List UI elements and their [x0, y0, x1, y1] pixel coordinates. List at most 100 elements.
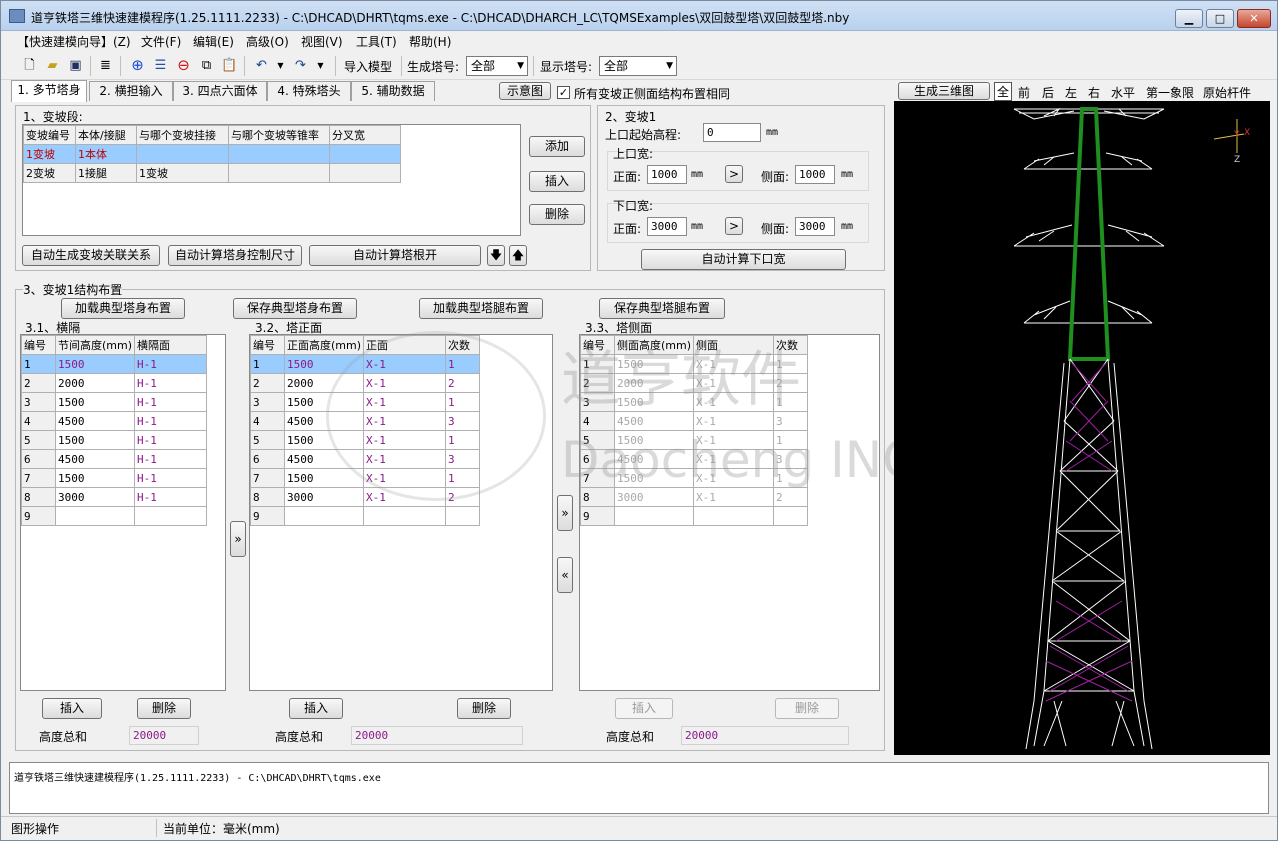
- row-number-cell[interactable]: 1: [21, 354, 56, 374]
- generate-3d-button[interactable]: 生成三维图: [898, 82, 990, 100]
- table-cell[interactable]: H-1: [134, 430, 208, 450]
- menu-help[interactable]: 帮助(H): [409, 33, 451, 50]
- open-folder-icon[interactable]: ▰: [44, 57, 61, 74]
- table-row[interactable]: 5 1500 H-1: [21, 430, 208, 450]
- table-cell[interactable]: 1500: [54, 468, 136, 488]
- table-cell[interactable]: [773, 506, 809, 526]
- redo-icon[interactable]: ↷: [292, 57, 309, 74]
- table-cell[interactable]: X-1: [693, 468, 775, 488]
- table-cell[interactable]: [693, 506, 775, 526]
- table-cell[interactable]: [445, 506, 481, 526]
- row-number-cell[interactable]: 4: [21, 411, 56, 431]
- table-cell[interactable]: [228, 163, 330, 183]
- table-cell[interactable]: 3000: [54, 487, 136, 507]
- menu-quick-wizard[interactable]: 【快速建模向导】(Z): [17, 33, 131, 50]
- table-cell[interactable]: H-1: [134, 468, 208, 488]
- row-number-cell[interactable]: 5: [21, 430, 56, 450]
- delete-diaphragm-button[interactable]: 删除: [137, 698, 191, 719]
- row-number-cell[interactable]: 9: [580, 506, 615, 526]
- table-cell[interactable]: 1: [773, 392, 809, 412]
- row-number-cell[interactable]: 2: [21, 373, 56, 393]
- col-header[interactable]: 与哪个变坡等锥率: [228, 125, 330, 145]
- view-first-quadrant-button[interactable]: 第一象限: [1146, 84, 1194, 101]
- row-number-cell[interactable]: 8: [21, 487, 56, 507]
- table-row[interactable]: 7 1500 H-1: [21, 468, 208, 488]
- row-number-cell[interactable]: 8: [580, 487, 615, 507]
- col-header[interactable]: 变坡编号: [23, 125, 76, 145]
- bottom-side-input[interactable]: 3000: [795, 217, 835, 236]
- start-height-input[interactable]: 0: [703, 123, 761, 142]
- delete-front-button[interactable]: 删除: [457, 698, 511, 719]
- view-horizontal-button[interactable]: 水平: [1111, 84, 1135, 101]
- row-number-cell[interactable]: 6: [580, 449, 615, 469]
- table-cell[interactable]: H-1: [134, 373, 208, 393]
- console-output[interactable]: 道亨铁塔三维快速建模程序(1.25.1111.2233) - C:\DHCAD\…: [9, 762, 1269, 814]
- diaphragm-table[interactable]: 编号 节间高度(mm) 横隔面 1 1500 H-1 2 2000 H-1 3 1500 H-1…: [20, 334, 226, 691]
- col-header[interactable]: 编号: [250, 335, 285, 355]
- row-number-cell[interactable]: 5: [250, 430, 285, 450]
- close-button[interactable]: ✕: [1237, 9, 1271, 28]
- col-header[interactable]: 编号: [21, 335, 56, 355]
- show-tower-select[interactable]: 全部 ▼: [599, 56, 677, 76]
- table-cell[interactable]: 1变坡: [23, 144, 76, 164]
- table-row[interactable]: 9: [580, 506, 809, 526]
- table-row[interactable]: 3 1500 H-1: [21, 392, 208, 412]
- table-cell[interactable]: 1接腿: [75, 163, 137, 183]
- table-row[interactable]: 6 4500 H-1: [21, 449, 208, 469]
- row-number-cell[interactable]: 7: [580, 468, 615, 488]
- row-number-cell[interactable]: 8: [250, 487, 285, 507]
- table-cell[interactable]: 3000: [613, 487, 695, 507]
- table-cell[interactable]: 2000: [54, 373, 136, 393]
- table-row[interactable]: 5 1500 X-1 1: [580, 430, 809, 450]
- copy-to-front-button[interactable]: «: [557, 557, 573, 593]
- row-number-cell[interactable]: 1: [580, 354, 615, 374]
- menu-file[interactable]: 文件(F): [141, 33, 181, 50]
- table-cell[interactable]: 1: [773, 430, 809, 450]
- move-right-button[interactable]: »: [230, 521, 246, 557]
- row-number-cell[interactable]: 6: [21, 449, 56, 469]
- table-cell[interactable]: [228, 144, 330, 164]
- table-cell[interactable]: 1500: [613, 354, 695, 374]
- side-face-table[interactable]: 编号 侧面高度(mm) 侧面 次数 1 1500 X-1 1 2 2000 X-1 2 3 150…: [579, 334, 880, 691]
- menu-edit[interactable]: 编辑(E): [193, 33, 234, 50]
- add-circle-icon[interactable]: ⊕: [129, 57, 146, 74]
- table-cell[interactable]: H-1: [134, 392, 208, 412]
- undo-dropdown-icon[interactable]: ▼: [272, 57, 289, 74]
- col-header[interactable]: 编号: [580, 335, 615, 355]
- table-cell[interactable]: 4500: [613, 411, 695, 431]
- col-header[interactable]: 正面高度(mm): [283, 335, 365, 355]
- table-cell[interactable]: [363, 506, 447, 526]
- table-cell[interactable]: [283, 506, 365, 526]
- slope-table[interactable]: 变坡编号 本体/接腿 与哪个变坡挂接 与哪个变坡等锥率 分叉宽 1变坡 1本体 …: [22, 124, 521, 236]
- table-cell[interactable]: X-1: [693, 354, 775, 374]
- tab-special-head[interactable]: 4. 特殊塔头: [267, 81, 351, 101]
- save-body-layout-button[interactable]: 保存典型塔身布置: [233, 298, 357, 319]
- top-copy-arrow-button[interactable]: >: [725, 165, 743, 183]
- row-number-cell[interactable]: 7: [250, 468, 285, 488]
- import-model-button[interactable]: 导入模型: [344, 58, 392, 75]
- table-row[interactable]: 9: [21, 506, 208, 526]
- ruler-icon[interactable]: ≣: [97, 57, 114, 74]
- table-row[interactable]: 1 1500 H-1: [21, 354, 208, 374]
- table-cell[interactable]: 1500: [613, 430, 695, 450]
- copy-to-side-button[interactable]: »: [557, 495, 573, 531]
- row-number-cell[interactable]: 6: [250, 449, 285, 469]
- view-back-button[interactable]: 后: [1042, 84, 1054, 101]
- table-cell[interactable]: 4500: [54, 449, 136, 469]
- insert-front-button[interactable]: 插入: [289, 698, 343, 719]
- maximize-button[interactable]: □: [1206, 9, 1234, 28]
- col-header[interactable]: 本体/接腿: [75, 125, 137, 145]
- table-cell[interactable]: [134, 506, 208, 526]
- row-number-cell[interactable]: 4: [250, 411, 285, 431]
- save-leg-layout-button[interactable]: 保存典型塔腿布置: [599, 298, 725, 319]
- table-cell[interactable]: [136, 144, 229, 164]
- row-number-cell[interactable]: 4: [580, 411, 615, 431]
- view-right-button[interactable]: 右: [1088, 84, 1100, 101]
- auto-relation-button[interactable]: 自动生成变坡关联关系: [22, 245, 160, 266]
- save-icon[interactable]: ▣: [67, 57, 84, 74]
- row-number-cell[interactable]: 3: [580, 392, 615, 412]
- table-cell[interactable]: X-1: [693, 392, 775, 412]
- delete-slope-button[interactable]: 删除: [529, 204, 585, 225]
- col-header[interactable]: 节间高度(mm): [54, 335, 136, 355]
- table-cell[interactable]: 4500: [54, 411, 136, 431]
